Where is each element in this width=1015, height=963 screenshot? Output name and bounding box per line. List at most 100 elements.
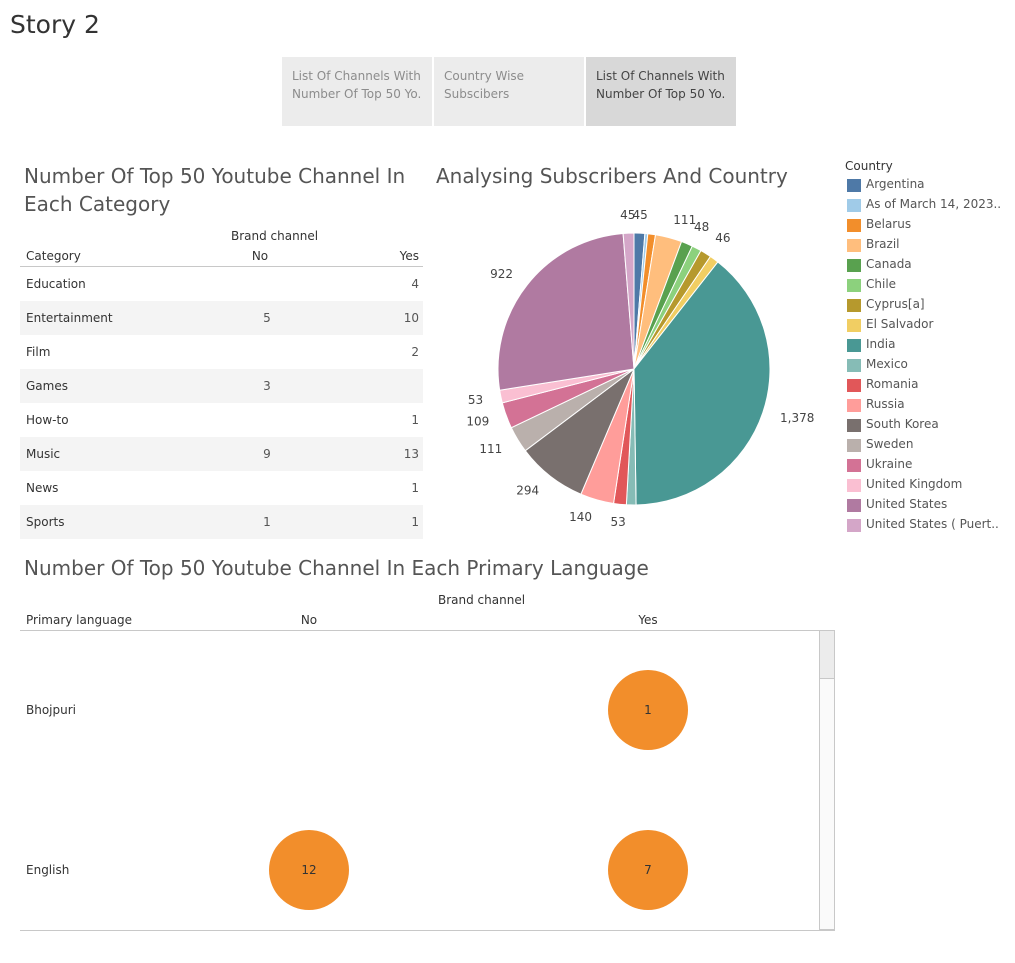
legend-swatch [847,319,861,332]
table-row: Games 3 [20,369,423,403]
legend-label: Cyprus[a] [866,297,925,311]
table-row: How-to 1 [20,403,423,437]
pie-data-label: 45 [620,208,635,222]
count-yes: 10 [403,311,419,325]
bubble-english-no: 12 [269,830,349,910]
language-footer-divider [20,930,835,931]
language-label-bhojpuri: Bhojpuri [26,703,77,717]
pie-data-label: 109 [466,415,489,429]
legend-swatch [847,299,861,312]
table-row: Music 9 13 [20,437,423,471]
legend-swatch [847,339,861,352]
legend-swatch [847,479,861,492]
legend-swatch [847,519,861,532]
category-label: How-to [26,413,69,427]
category-table-title: Number Of Top 50 Youtube Channel In Each… [24,162,405,218]
legend-swatch [847,279,861,292]
count-yes: 13 [403,447,419,461]
legend-swatch [847,419,861,432]
story-title: Story 2 [10,10,100,39]
language-header-divider [20,630,835,631]
legend-swatch [847,199,861,212]
pie-chart: 45 11148461,378531402941111095392245 [466,208,814,529]
category-title-line2: Each Category [24,192,171,216]
story-tab-3[interactable]: List Of Channels With Number Of Top 50 Y… [586,57,736,126]
category-label: Education [26,277,86,291]
legend-swatch [847,359,861,372]
pie-slice[interactable] [497,232,635,391]
legend-label: Russia [866,397,905,411]
category-label: News [26,481,59,495]
language-scrollbar-thumb[interactable] [820,631,834,679]
legend-label: Sweden [866,437,914,451]
pie-chart-title: Analysing Subscribers And Country [436,164,788,188]
story-tab-3-line2: Number Of Top 50 Yo.. [596,87,726,101]
count-yes: 2 [411,345,419,359]
legend-label: United States ( Puert.. [866,517,999,531]
legend-label: As of March 14, 2023.. [866,197,1002,211]
story-tab-1[interactable]: List Of Channels With Number Of Top 50 Y… [282,57,432,126]
language-label-english: English [26,863,70,877]
legend-swatch [847,499,861,512]
story-tab-3-line1: List Of Channels With [596,69,725,83]
legend-label: Mexico [866,357,908,371]
category-group-header: Brand channel [231,229,319,243]
legend-label: Brazil [866,237,900,251]
count-no: 3 [263,379,271,393]
pie-data-label: 53 [468,393,483,407]
legend-label: Chile [866,277,897,291]
legend-label: United States [866,497,948,511]
pie-data-label: 46 [715,231,730,245]
table-row: Film 2 [20,335,423,369]
language-group-header: Brand channel [438,593,526,607]
category-label: Film [26,345,51,359]
count-yes: 4 [411,277,419,291]
pie-data-label: 922 [490,267,513,281]
story-tab-2-line2: Subscibers [444,87,510,101]
legend-swatch [847,259,861,272]
count-no: 9 [263,447,271,461]
count-no: 5 [263,311,271,325]
legend-label: United Kingdom [866,477,963,491]
story-tab-2[interactable]: Country Wise Subscibers [434,57,584,126]
legend-label: Argentina [866,177,925,191]
legend-label: India [866,337,896,351]
language-col-yes: Yes [638,613,658,627]
story-tab-2-line1: Country Wise [444,69,525,83]
count-yes: 1 [411,515,419,529]
pie-data-label: 140 [569,510,592,524]
pie-data-label: 1,378 [780,411,814,425]
pie-data-label: 111 [479,442,502,456]
language-col-no: No [300,613,318,627]
legend-swatch [847,379,861,392]
pie-data-label: 48 [694,220,709,234]
count-yes: 1 [411,481,419,495]
legend-label: Ukraine [866,457,913,471]
table-row: Sports 1 1 [20,505,423,539]
table-row: Education 4 [20,267,423,301]
story-tab-1-line1: List Of Channels With [292,69,421,83]
language-table-title: Number Of Top 50 Youtube Channel In Each… [24,556,649,580]
category-label: Games [26,379,68,393]
bubble-english-yes: 7 [608,830,688,910]
legend-label: Canada [866,257,912,271]
table-row: News 1 [20,471,423,505]
legend-swatch [847,219,861,232]
legend-title: Country [845,159,893,173]
category-title-line1: Number Of Top 50 Youtube Channel In [24,164,406,188]
count-yes: 1 [411,413,419,427]
legend-label: El Salvador [866,317,934,331]
legend-swatch [847,399,861,412]
language-scrollbar[interactable] [819,630,835,930]
legend-label: Belarus [866,217,912,231]
legend-swatch [847,439,861,452]
category-label: Entertainment [26,311,113,325]
table-row: Entertainment 5 10 [20,301,423,335]
category-label: Sports [26,515,65,529]
legend-swatch [847,239,861,252]
language-row-header: Primary language [26,613,133,627]
category-col-yes: Yes [399,249,419,263]
pie-data-label: 294 [516,483,539,497]
bubble-bhojpuri-yes: 1 [608,670,688,750]
legend-swatch [847,459,861,472]
